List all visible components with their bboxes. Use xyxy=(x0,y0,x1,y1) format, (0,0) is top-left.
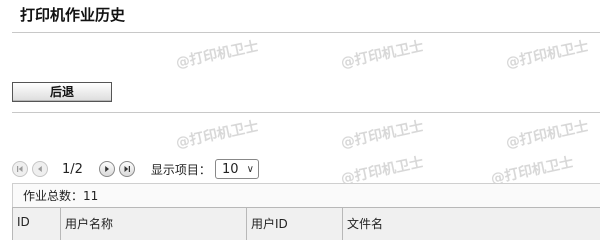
column-header-userid[interactable]: 用户ID xyxy=(246,208,342,240)
job-count-summary: 作业总数：11 xyxy=(12,183,600,207)
prev-page-button[interactable] xyxy=(32,161,48,177)
items-per-page-value: 10 xyxy=(221,161,239,177)
watermark-text: @打印机卫士 xyxy=(174,38,260,72)
last-page-button[interactable] xyxy=(118,161,135,177)
watermark-text: @打印机卫士 xyxy=(339,118,425,152)
column-header-username[interactable]: 用户名称 xyxy=(60,208,246,240)
page-title: 打印机作业历史 xyxy=(20,6,126,24)
first-page-button[interactable] xyxy=(12,161,28,177)
divider xyxy=(12,32,600,33)
items-per-page-select[interactable]: 10 ∨ xyxy=(214,159,259,179)
column-header-filename[interactable]: 文件名 xyxy=(342,208,600,240)
column-header-id[interactable]: ID xyxy=(12,208,60,240)
watermark-text: @打印机卫士 xyxy=(174,118,260,152)
total-jobs-text: 作业总数：11 xyxy=(23,189,99,203)
pagination-bar: 1/2 显示项目： 10 ∨ xyxy=(12,158,259,180)
page-indicator: 1/2 xyxy=(62,161,83,177)
chevron-down-icon: ∨ xyxy=(246,163,254,175)
last-page-icon xyxy=(124,166,130,172)
table-header: ID 用户名称 用户ID 文件名 xyxy=(12,207,600,240)
watermark-text: @打印机卫士 xyxy=(339,38,425,72)
divider xyxy=(12,112,600,113)
next-page-icon xyxy=(105,166,109,172)
back-button[interactable]: 后退 xyxy=(12,82,112,102)
first-page-icon xyxy=(17,166,23,172)
items-per-page-label: 显示项目： xyxy=(150,162,211,177)
next-page-button[interactable] xyxy=(98,161,115,177)
watermark-text: @打印机卫士 xyxy=(504,118,590,152)
prev-page-icon xyxy=(38,166,42,172)
watermark-text: @打印机卫士 xyxy=(504,38,590,72)
